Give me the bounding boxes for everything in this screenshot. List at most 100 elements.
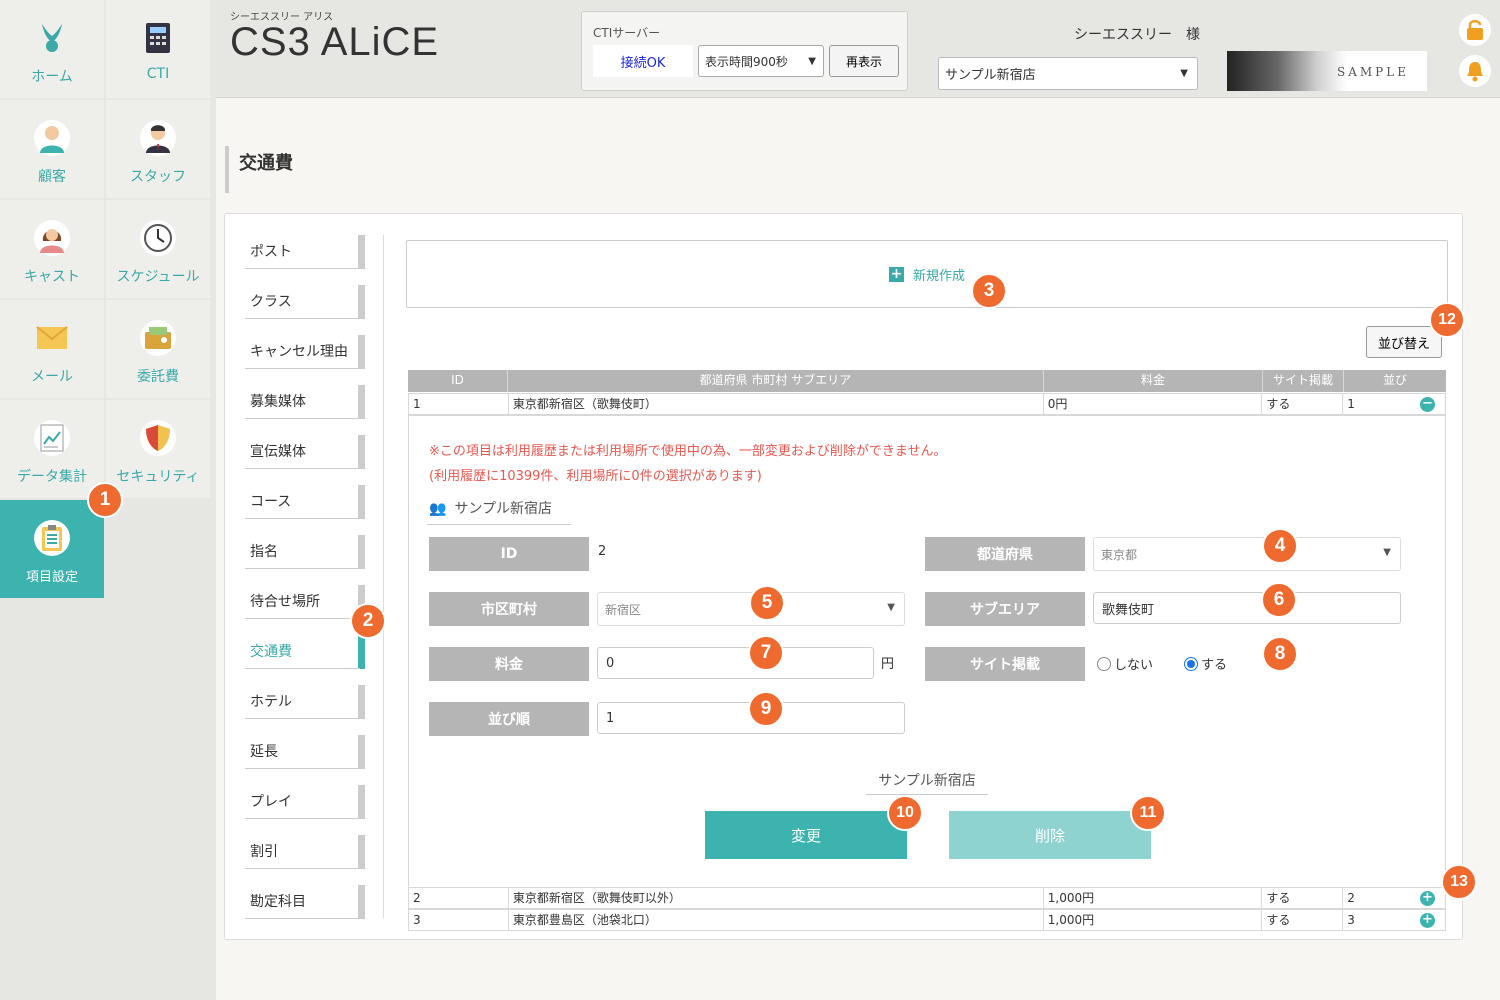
bell-icon[interactable] [1459,55,1491,87]
sort-button[interactable]: 並び替え [1366,326,1442,358]
nav-mail[interactable]: メール [0,300,104,398]
form-store-heading: 👥 サンプル新宿店 [427,498,571,525]
site-radio-off[interactable]: しない [1097,654,1153,673]
nav-cast-label: キャスト [24,269,80,285]
fee-value: 0 [606,655,615,671]
subnav-item[interactable]: 宣伝媒体 [245,435,365,485]
subnav-item[interactable]: 延長 [245,735,365,785]
nav-cti-label: CTI [146,66,170,82]
callout-badge: 6 [1261,582,1297,618]
col-header: 都道府県 市町村 サブエリア [508,370,1044,392]
cell-area: 東京都新宿区（歌舞伎町以外） [509,888,1044,908]
subnav-item-transport[interactable]: 交通費 [245,635,365,685]
label-id: ID [429,537,589,571]
cell-site: する [1262,910,1344,930]
subnav-label: 募集媒体 [250,394,306,410]
col-header: ID [408,370,508,392]
callout-badge: 7 [748,635,784,671]
nav-item-settings[interactable]: 項目設定 [0,500,104,598]
subnav-label: 延長 [250,744,278,760]
nav-mail-label: メール [31,369,73,385]
id-value: 2 [598,544,607,559]
table-row[interactable]: 3 東京都豊島区（池袋北口） 1,000円 する 3 + [408,909,1446,931]
cell-area: 東京都新宿区（歌舞伎町） [509,394,1044,414]
table-row[interactable]: 1 東京都新宿区（歌舞伎町） 0円 する 1− [408,393,1446,415]
expand-icon[interactable]: + [1420,913,1435,928]
subnav-label: プレイ [250,794,292,810]
subarea-value: 歌舞伎町 [1102,602,1155,618]
nav-security[interactable]: セキュリティ [106,400,210,498]
delete-button[interactable]: 削除 [949,811,1151,859]
display-time-select[interactable]: 表示時間900秒 ▼ [698,45,824,77]
subnav-item[interactable]: ホテル [245,685,365,735]
shield-icon [140,420,176,456]
rabbit-icon [34,20,70,56]
new-create-button[interactable]: + 新規作成 [406,240,1448,308]
nav-cti[interactable]: CTI [106,0,210,98]
refresh-button[interactable]: 再表示 [829,45,899,77]
nav-staff[interactable]: スタッフ [106,100,210,198]
callout-badge: 2 [350,603,386,639]
change-button[interactable]: 変更 [705,811,907,859]
nav-home[interactable]: ホーム [0,0,104,98]
collapse-icon[interactable]: − [1420,397,1435,412]
callout-badge: 9 [748,691,784,727]
cell-order: 2 + [1343,888,1445,908]
cell-order-value: 2 [1347,891,1355,905]
nav-security-label: セキュリティ [116,469,200,485]
subnav-item[interactable]: 待合せ場所 [245,585,365,635]
prefecture-value: 東京都 [1101,547,1138,562]
subnav-item[interactable]: 募集媒体 [245,385,365,435]
subnav-item[interactable]: プレイ [245,785,365,835]
subnav-item[interactable]: クラス [245,285,365,335]
radio-icon [1097,656,1111,671]
cell-fee: 1,000円 [1044,910,1263,930]
site-radio-on[interactable]: する [1184,654,1227,673]
callout-badge: 10 [887,795,923,831]
nav-cast[interactable]: キャスト [0,200,104,298]
subnav-label: 勘定科目 [250,894,306,910]
cell-id: 2 [409,888,509,908]
nav-customer[interactable]: 顧客 [0,100,104,198]
expand-icon[interactable]: + [1420,891,1435,906]
store-select[interactable]: サンプル新宿店 ▼ [938,57,1198,90]
nav-data[interactable]: データ集計 [0,400,104,498]
cti-label: CTIサーバー [593,26,661,40]
subnav-label: コース [250,494,292,510]
subnav-label: クラス [250,294,292,310]
users-icon: 👥 [429,501,447,517]
subnav-item[interactable]: ポスト [245,235,365,285]
nav-staff-label: スタッフ [130,169,186,185]
radio-off-label: しない [1114,658,1154,673]
cti-panel: CTIサーバー 接続OK 表示時間900秒 ▼ 再表示 [581,11,908,91]
app-title: CS3 ALiCE [230,20,440,64]
nav-schedule[interactable]: スケジュール [106,200,210,298]
subnav-item[interactable]: コース [245,485,365,535]
fee-input[interactable]: 0 [597,647,874,679]
subnav-item[interactable]: 指名 [245,535,365,585]
nav-commission[interactable]: 委託費 [106,300,210,398]
store-select-value: サンプル新宿店 [945,68,1036,83]
cell-order-value: 1 [1347,397,1355,411]
lock-icon[interactable] [1459,14,1491,46]
logo-text: SAMPLE [1337,65,1409,79]
prefecture-select[interactable]: 東京都 ▼ [1093,537,1401,571]
callout-badge: 12 [1429,302,1465,338]
cti-status: 接続OK [593,45,693,77]
cell-id: 1 [409,394,509,414]
subnav-item[interactable]: 勘定科目 [245,885,365,935]
chevron-down-icon: ▼ [1383,547,1391,558]
subarea-input[interactable]: 歌舞伎町 [1093,592,1401,624]
subnav-item[interactable]: 割引 [245,835,365,885]
form-store-name: サンプル新宿店 [454,501,553,517]
cell-area: 東京都豊島区（池袋北口） [509,910,1044,930]
cell-order-value: 3 [1347,913,1355,927]
subnav-item[interactable]: キャンセル理由 [245,335,365,385]
store-logo: SAMPLE [1227,51,1427,91]
footer-store-name: サンプル新宿店 [866,760,988,795]
table-row[interactable]: 2 東京都新宿区（歌舞伎町以外） 1,000円 する 2 + [408,887,1446,909]
warning-count: (利用履歴に10399件、利用場所に0件の選択があります) [429,469,762,484]
callout-badge: 5 [749,585,785,621]
cell-order: 3 + [1343,910,1445,930]
new-create-label: 新規作成 [912,268,965,284]
